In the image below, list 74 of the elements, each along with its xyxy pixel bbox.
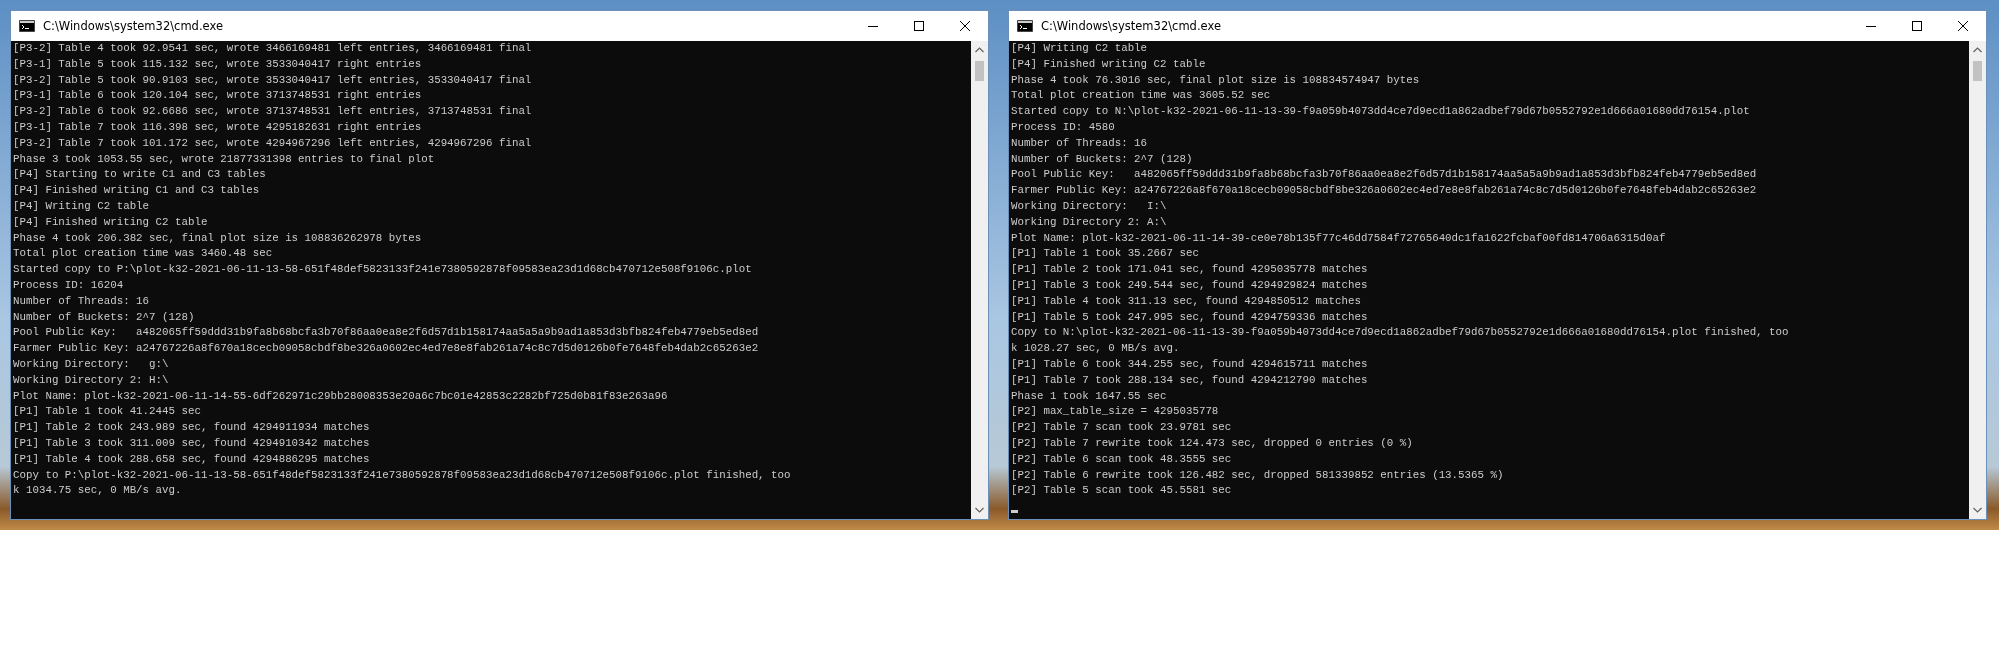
console-line: Total plot creation time was 3605.52 sec bbox=[1011, 88, 1272, 104]
console-line: Phase 4 took 76.3016 sec, final plot size is 108834574947 bytes bbox=[1011, 72, 1421, 88]
console-line: Phase 1 took 1647.55 sec bbox=[1011, 388, 1168, 404]
console-line: [P1] Table 7 took 288.134 sec, found 4294212790 matches bbox=[1011, 372, 1369, 388]
scrollbar-thumb[interactable] bbox=[1973, 61, 1982, 81]
window-title: C:\Windows\system32\cmd.exe bbox=[43, 19, 223, 33]
console-line: Started copy to N:\plot-k32-2021-06-11-13-39-f9a059b4073dd4ce7d9ecd1a862adbef79d67b0552792e1d666a01680dd76154.plot bbox=[1011, 104, 1751, 120]
console-line: [P2] Table 5 scan took 45.5581 sec bbox=[1011, 483, 1233, 499]
console-line: [P1] Table 3 took 249.544 sec, found 4294929824 matches bbox=[1011, 277, 1369, 293]
maximize-icon[interactable] bbox=[914, 21, 924, 31]
console-line: [P2] max_table_size = 4295035778 bbox=[1011, 404, 1220, 420]
console-line: Working Directory 2: H:\ bbox=[13, 372, 170, 388]
console-line: Total plot creation time was 3460.48 sec bbox=[13, 246, 274, 262]
console-line: [P2] Table 6 scan took 48.3555 sec bbox=[1011, 451, 1233, 467]
console-line: Copy to P:\plot-k32-2021-06-11-13-58-651f48def5823133f241e7380592878f09583ea23d1d68cb470712e508f9106c.plot finished, too bbox=[13, 467, 792, 483]
console-line: k 1034.75 sec, 0 MB/s avg. bbox=[13, 483, 183, 499]
console-line: k 1028.27 sec, 0 MB/s avg. bbox=[1011, 341, 1181, 357]
console-line: Copy to N:\plot-k32-2021-06-11-13-39-f9a059b4073dd4ce7d9ecd1a862adbef79d67b0552792e1d666a01680dd76154.plot finished, too bbox=[1011, 325, 1790, 341]
console-icon bbox=[19, 20, 35, 32]
console-line: [P1] Table 2 took 243.989 sec, found 4294911934 matches bbox=[13, 420, 371, 436]
console-line: Working Directory 2: A:\ bbox=[1011, 214, 1168, 230]
console-line: Started copy to P:\plot-k32-2021-06-11-13-58-651f48def5823133f241e7380592878f09583ea23d1d68cb470712e508f9106c.plot bbox=[13, 262, 753, 278]
console-line: Number of Buckets: 2^7 (128) bbox=[1011, 151, 1194, 167]
console-line: [P3-1] Table 6 took 120.104 sec, wrote 3713748531 right entries bbox=[13, 88, 423, 104]
console-line: Plot Name: plot-k32-2021-06-11-14-55-6df262971c29bb28008353e20a6c7bc01e42853c2282bf725d0b81f83e263a96 bbox=[13, 388, 669, 404]
console-line: Number of Threads: 16 bbox=[1011, 135, 1149, 151]
console-line: [P4] Finished writing C2 table bbox=[1011, 56, 1207, 72]
console-line: [P1] Table 4 took 311.13 sec, found 4294850512 matches bbox=[1011, 293, 1362, 309]
console-line: Process ID: 4580 bbox=[1011, 120, 1116, 135]
console-line: [P1] Table 1 took 35.2667 sec bbox=[1011, 246, 1200, 262]
console-line: [P3-2] Table 6 took 92.6686 sec, wrote 3713748531 left entries, 3713748531 final bbox=[13, 104, 533, 120]
scroll-down-icon[interactable] bbox=[1973, 507, 1982, 513]
close-icon[interactable] bbox=[960, 21, 970, 31]
console-line: [P3-1] Table 7 took 116.398 sec, wrote 4295182631 right entries bbox=[13, 120, 423, 135]
scroll-up-icon[interactable] bbox=[975, 47, 984, 53]
console-line: [P1] Table 1 took 41.2445 sec bbox=[13, 404, 202, 420]
console-line: Process ID: 16204 bbox=[13, 277, 125, 293]
console-line: [P1] Table 6 took 344.255 sec, found 4294615711 matches bbox=[1011, 356, 1369, 372]
console-line: [P1] Table 3 took 311.009 sec, found 4294910342 matches bbox=[13, 435, 371, 451]
console-line: Pool Public Key: a482065ff59ddd31b9fa8b68bcfa3b70f86aa0ea8e2f6d57d1b158174aa5a5a9b9ad1a853d3bfb824feb4779eb5ed8ed bbox=[13, 325, 760, 341]
console-line: Number of Buckets: 2^7 (128) bbox=[13, 309, 196, 325]
console-line: [P1] Table 2 took 171.041 sec, found 4295035778 matches bbox=[1011, 262, 1369, 278]
console-line: [P4] Starting to write C1 and C3 tables bbox=[13, 167, 267, 183]
console-line: Number of Threads: 16 bbox=[13, 293, 151, 309]
maximize-icon[interactable] bbox=[1912, 21, 1922, 31]
console-line: [P2] Table 6 rewrite took 126.482 sec, dropped 581339852 entries (13.5365 %) bbox=[1011, 467, 1505, 483]
console-line: Farmer Public Key: a24767226a8f670a18cecb09058cbdf8be326a0602ec4ed7e8e8fab261a74c8c7d5d0126b0fe7648feb4dab2c65263e2 bbox=[13, 341, 760, 357]
console-line: Pool Public Key: a482065ff59ddd31b9fa8b68bcfa3b70f86aa0ea8e2f6d57d1b158174aa5a5a9b9ad1a853d3bfb824feb4779eb5ed8ed bbox=[1011, 167, 1758, 183]
console-line: Working Directory: g:\ bbox=[13, 356, 170, 372]
console-line: [P4] Finished writing C1 and C3 tables bbox=[13, 183, 261, 199]
console-line: [P3-2] Table 7 took 101.172 sec, wrote 4294967296 left entries, 4294967296 final bbox=[13, 135, 533, 151]
scrollbar[interactable] bbox=[1969, 41, 1986, 519]
console-line: [P3-1] Table 5 took 115.132 sec, wrote 3533040417 right entries bbox=[13, 56, 423, 72]
console-line: [P3-2] Table 5 took 90.9103 sec, wrote 3533040417 left entries, 3533040417 final bbox=[13, 72, 533, 88]
scroll-up-icon[interactable] bbox=[1973, 47, 1982, 53]
console-line: [P1] Table 4 took 288.658 sec, found 4294886295 matches bbox=[13, 451, 371, 467]
scrollbar[interactable] bbox=[971, 41, 988, 519]
scroll-down-icon[interactable] bbox=[975, 507, 984, 513]
console-icon bbox=[1017, 20, 1033, 32]
console-line: [P1] Table 5 took 247.995 sec, found 4294759336 matches bbox=[1011, 309, 1369, 325]
close-icon[interactable] bbox=[1958, 21, 1968, 31]
console-line: [P4] Writing C2 table bbox=[13, 198, 151, 214]
console-line: Farmer Public Key: a24767226a8f670a18cecb09058cbdf8be326a0602ec4ed7e8e8fab261a74c8c7d5d0126b0fe7648feb4dab2c65263e2 bbox=[1011, 183, 1758, 199]
console-line: [P2] Table 7 scan took 23.9781 sec bbox=[1011, 420, 1233, 436]
console-line: Phase 3 took 1053.55 sec, wrote 21877331398 entries to final plot bbox=[13, 151, 436, 167]
console-line: [P2] Table 7 rewrite took 124.473 sec, dropped 0 entries (0 %) bbox=[1011, 435, 1414, 451]
console-line: Working Directory: I:\ bbox=[1011, 198, 1168, 214]
console-line: [P4] Finished writing C2 table bbox=[13, 214, 209, 230]
scrollbar-thumb[interactable] bbox=[975, 61, 984, 81]
window-title: C:\Windows\system32\cmd.exe bbox=[1041, 19, 1221, 33]
console-line: [P3-2] Table 4 took 92.9541 sec, wrote 3466169481 left entries, 3466169481 final bbox=[13, 41, 533, 56]
console-line: Phase 4 took 206.382 sec, final plot size is 108836262978 bytes bbox=[13, 230, 423, 246]
console-line: Plot Name: plot-k32-2021-06-11-14-39-ce0e78b135f77c46dd7584f72765640dc1fa1622fcbaf00fd814706a6315d0af bbox=[1011, 230, 1667, 246]
console-line: [P4] Writing C2 table bbox=[1011, 41, 1149, 56]
